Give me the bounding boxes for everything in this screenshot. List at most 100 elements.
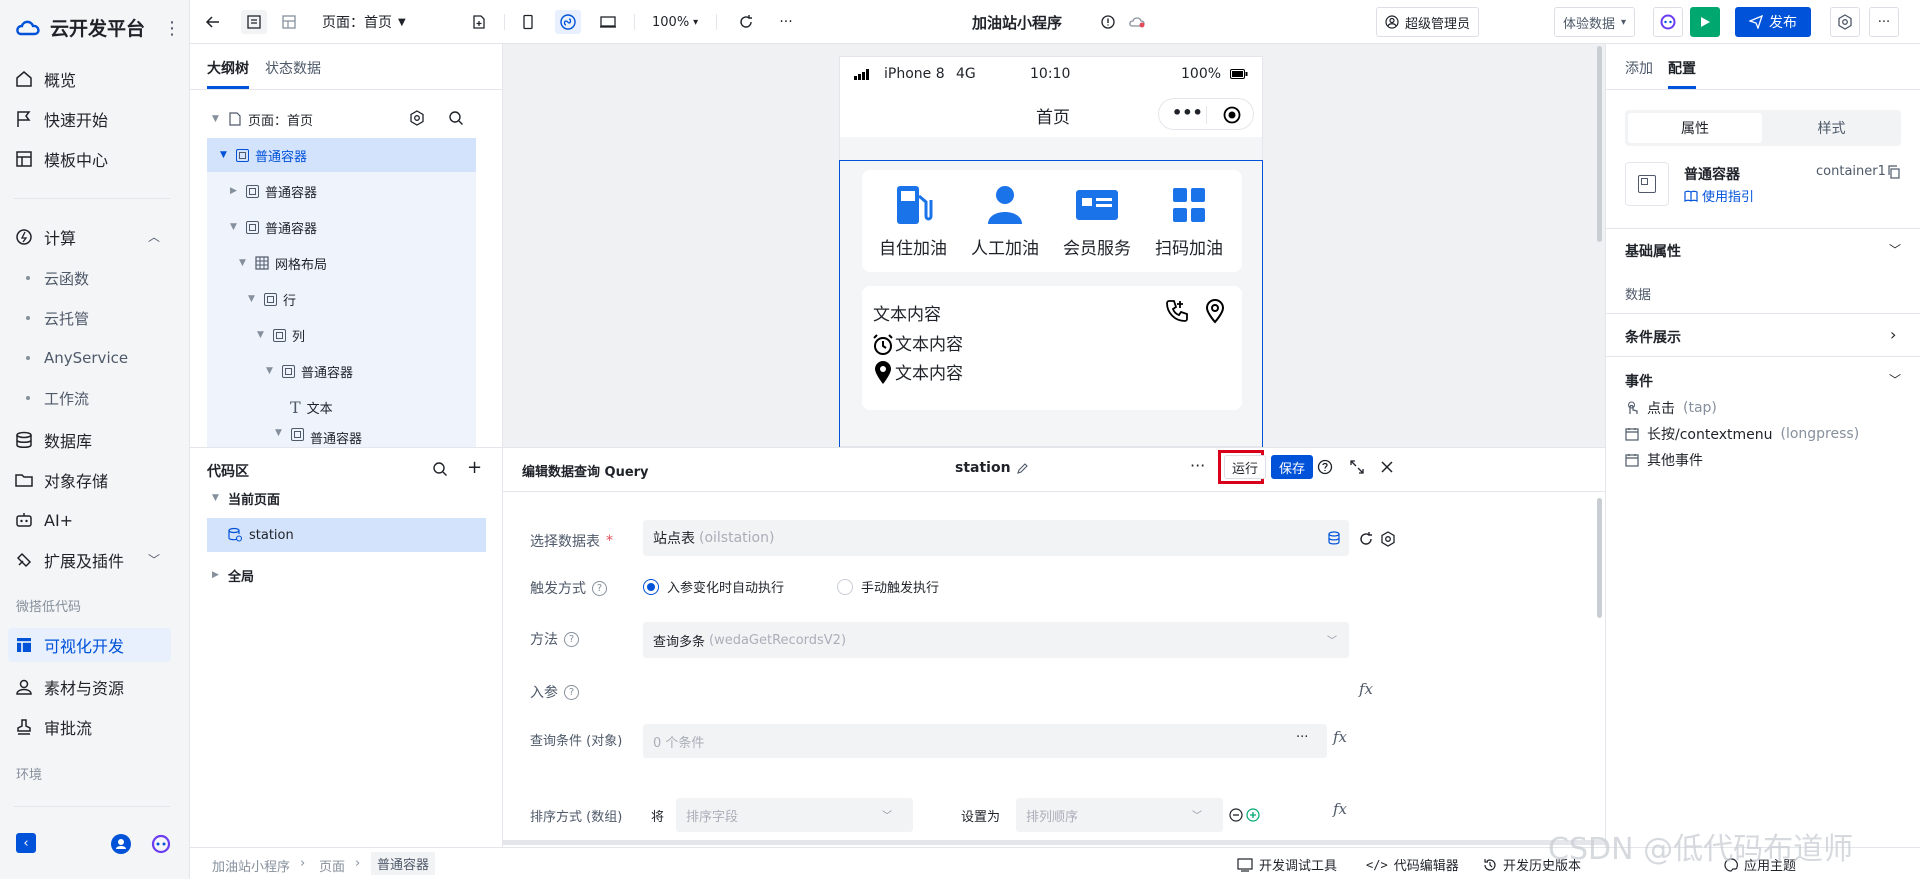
desktop-device-icon[interactable] <box>595 10 621 34</box>
breadcrumb-component[interactable]: 普通容器 <box>371 852 436 875</box>
zoom-selector[interactable]: 100% ▾ <box>652 0 698 44</box>
event-other[interactable]: 其他事件 <box>1625 450 1703 470</box>
nav-ai[interactable]: AI+ <box>14 505 73 535</box>
cloud-sync-icon[interactable] <box>1124 10 1150 34</box>
phone-call-icon[interactable] <box>1164 298 1190 324</box>
more-horizontal-icon[interactable]: ··· <box>773 10 799 34</box>
tree-node-row[interactable]: ▼ 行 <box>248 282 296 316</box>
expand-icon[interactable] <box>1349 459 1365 475</box>
section-events[interactable]: 事件 <box>1625 371 1653 391</box>
canvas-scrollbar[interactable] <box>1597 46 1602 242</box>
fx-button[interactable]: fx <box>1359 680 1373 698</box>
gear-icon[interactable] <box>1380 531 1396 547</box>
refresh-icon[interactable] <box>733 10 759 34</box>
tree-node-grid[interactable]: ▼ 网格布局 <box>239 246 327 280</box>
section-cond-display[interactable]: 条件展示 <box>1625 327 1681 347</box>
publish-button[interactable]: 发布 <box>1735 7 1811 37</box>
nav-overview[interactable]: 概览 <box>14 64 76 94</box>
back-arrow-icon[interactable] <box>200 10 226 34</box>
breadcrumb-page[interactable]: 页面 <box>319 856 345 875</box>
layout-grid-icon[interactable] <box>276 10 302 34</box>
tree-node-container-4[interactable]: ▼ 普通容器 <box>275 428 362 447</box>
nav-visual-dev[interactable]: 可视化开发 <box>14 630 124 660</box>
quick-item-manual-fuel[interactable]: 人工加油 <box>960 184 1050 259</box>
event-tap[interactable]: 点击 (tap) <box>1625 398 1717 418</box>
page-settings-icon[interactable] <box>409 110 425 126</box>
add-circle-icon[interactable] <box>1246 808 1260 822</box>
info-icon[interactable] <box>1095 10 1121 34</box>
query-cond-field[interactable]: 0 个条件 ··· <box>643 724 1327 758</box>
tab-outline[interactable]: 大纲树 <box>207 58 249 78</box>
code-editor-button[interactable]: </> 代码编辑器 <box>1366 855 1459 875</box>
assistant-icon[interactable] <box>150 834 172 854</box>
nav-cloudhost[interactable]: 云托管 <box>26 304 89 332</box>
tree-node-container-root[interactable]: ▼ 普通容器 <box>220 138 307 172</box>
search-icon[interactable] <box>432 461 448 477</box>
nav-cloudfunc[interactable]: 云函数 <box>26 264 89 292</box>
more-horizontal-icon[interactable]: ··· <box>1296 730 1308 745</box>
nav-compute[interactable]: 计算 <box>14 222 76 252</box>
remove-circle-icon[interactable] <box>1229 808 1243 822</box>
event-longpress[interactable]: 长按/contextmenu (longpress) <box>1625 424 1859 444</box>
nav-quickstart[interactable]: 快速开始 <box>14 104 108 134</box>
nav-templates[interactable]: 模板中心 <box>14 144 108 174</box>
search-icon[interactable] <box>448 110 464 126</box>
chevron-up-icon[interactable]: ︿ <box>148 228 160 245</box>
close-icon[interactable] <box>1380 460 1394 474</box>
nav-workflow[interactable]: 工作流 <box>26 384 89 412</box>
fx-button[interactable]: fx <box>1333 800 1347 818</box>
more-horizontal-icon[interactable]: ··· <box>1190 456 1205 475</box>
tab-state-data[interactable]: 状态数据 <box>265 58 321 78</box>
save-button[interactable]: 保存 <box>1271 455 1314 479</box>
code-item-station[interactable]: station <box>227 518 294 552</box>
breadcrumb-app[interactable]: 加油站小程序 <box>212 856 290 875</box>
tab-add[interactable]: 添加 <box>1625 58 1653 78</box>
nav-assets[interactable]: 素材与资源 <box>14 672 124 702</box>
data-mode-select[interactable]: 体验数据 ▾ <box>1554 7 1636 37</box>
quick-item-self-fuel[interactable]: 自住加油 <box>868 184 958 259</box>
ai-assistant-button[interactable] <box>1653 7 1683 37</box>
admin-badge[interactable]: 超级管理员 <box>1376 7 1480 37</box>
settings-button[interactable] <box>1830 7 1860 37</box>
avatar-icon[interactable] <box>111 834 131 854</box>
page-icon[interactable] <box>241 10 267 34</box>
sort-order-select[interactable]: 排列顺序 ﹀ <box>1016 798 1223 832</box>
code-group-global[interactable]: ▶ 全局 <box>212 558 254 592</box>
quick-item-member[interactable]: 会员服务 <box>1052 184 1142 259</box>
location-pin-icon[interactable] <box>1204 298 1226 324</box>
tree-node-container-3[interactable]: ▼ 普通容器 <box>266 354 353 388</box>
seg-style[interactable]: 样式 <box>1765 113 1898 143</box>
more-vertical-icon[interactable]: ⋮ <box>163 18 181 39</box>
mobile-device-icon[interactable] <box>515 10 541 34</box>
nav-database[interactable]: 数据库 <box>14 425 92 455</box>
copy-icon[interactable] <box>1887 165 1901 179</box>
usage-guide-link[interactable]: 使用指引 <box>1684 186 1754 205</box>
tree-node-container-2[interactable]: ▼ 普通容器 <box>230 210 317 244</box>
editor-scrollbar[interactable] <box>1597 498 1602 618</box>
nav-approval[interactable]: 审批流 <box>14 712 92 742</box>
chevron-right-icon[interactable]: › <box>1890 325 1896 344</box>
nav-extensions[interactable]: 扩展及插件 <box>14 545 124 575</box>
chevron-down-icon[interactable]: ﹀ <box>1889 371 1901 388</box>
sort-field-select[interactable]: 排序字段 ﹀ <box>676 798 913 832</box>
method-select[interactable]: 查询多条 (wedaGetRecordsV2) ﹀ <box>643 622 1349 658</box>
add-icon[interactable]: + <box>467 457 482 478</box>
section-basic-props[interactable]: 基础属性 <box>1625 241 1681 261</box>
debug-tools-button[interactable]: 开发调试工具 <box>1237 855 1337 874</box>
tree-node-container-1[interactable]: ▶ 普通容器 <box>230 174 317 208</box>
collapse-nav-icon[interactable]: ‹ <box>16 833 36 853</box>
tree-node-page[interactable]: ▼ 页面：首页 <box>212 102 313 136</box>
chevron-down-icon[interactable]: ﹀ <box>148 551 160 568</box>
help-icon[interactable]: ? <box>592 580 607 596</box>
add-page-icon[interactable] <box>466 10 492 34</box>
code-group-current-page[interactable]: ▼ 当前页面 <box>212 481 280 515</box>
page-selector[interactable]: 页面：首页 ▼ <box>322 0 406 44</box>
help-icon[interactable]: ? <box>564 684 579 700</box>
chevron-down-icon[interactable]: ﹀ <box>1889 241 1901 258</box>
tab-config[interactable]: 配置 <box>1668 58 1696 78</box>
nav-anyservice[interactable]: AnyService <box>26 344 128 372</box>
help-icon[interactable]: ? <box>564 631 579 647</box>
select-table-field[interactable]: 站点表 (oilstation) <box>643 520 1349 556</box>
nav-storage[interactable]: 对象存储 <box>14 465 108 495</box>
fx-button[interactable]: fx <box>1333 728 1347 746</box>
